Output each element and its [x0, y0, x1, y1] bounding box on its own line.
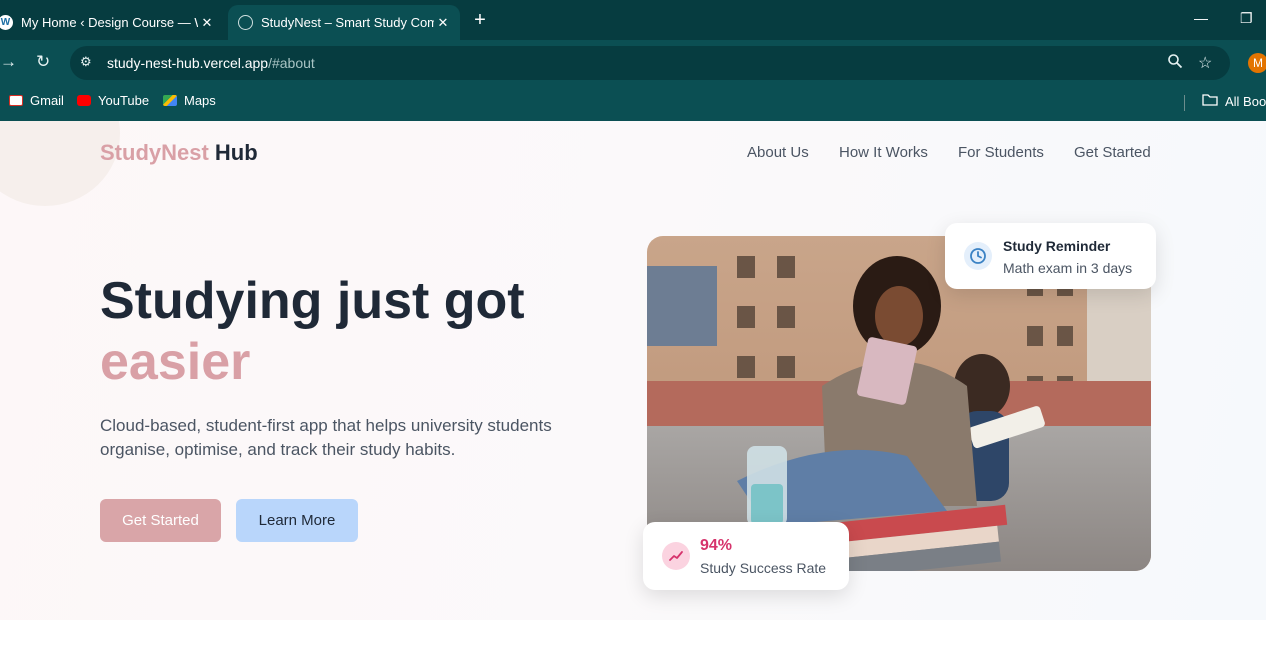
bookmark-label: All Book — [1225, 93, 1266, 109]
reminder-title: Study Reminder — [1003, 238, 1111, 254]
bookmarks-divider — [1184, 95, 1185, 111]
study-reminder-card[interactable]: Study Reminder Math exam in 3 days — [945, 223, 1156, 289]
tab-title: StudyNest – Smart Study Comp — [261, 15, 434, 30]
bookmarks-bar: Gmail YouTube Maps All Book — [0, 86, 1266, 121]
bookmark-label: YouTube — [98, 93, 150, 108]
clock-icon — [964, 242, 992, 270]
tab-close-icon[interactable]: ✕ — [434, 15, 452, 31]
brand-logo[interactable]: StudyNest Hub — [100, 140, 258, 166]
profile-avatar[interactable]: M — [1248, 53, 1266, 73]
nav-how-it-works[interactable]: How It Works — [839, 144, 928, 161]
hero-headline-accent: easier — [100, 333, 251, 391]
hero-headline: Studying just got — [100, 272, 525, 330]
success-rate-value: 94% — [700, 537, 733, 554]
bookmark-gmail[interactable]: Gmail — [9, 93, 64, 108]
trend-icon — [662, 542, 690, 570]
get-started-button[interactable]: Get Started — [100, 499, 221, 542]
url-text[interactable]: study-nest-hub.vercel.app/#about — [107, 55, 315, 71]
hero-subtitle: Cloud-based, student-first app that help… — [100, 416, 552, 459]
nav-get-started[interactable]: Get Started — [1074, 144, 1151, 161]
maps-icon — [163, 95, 177, 106]
browser-toolbar: → ↻ ⚙ study-nest-hub.vercel.app/#about ☆… — [0, 40, 1266, 86]
success-rate-card[interactable]: 94% Study Success Rate — [643, 522, 849, 590]
reload-icon[interactable]: ↻ — [36, 52, 50, 72]
globe-icon — [238, 15, 253, 30]
address-bar[interactable]: ⚙ study-nest-hub.vercel.app/#about ☆ — [70, 46, 1230, 80]
forward-icon[interactable]: → — [0, 52, 17, 72]
star-icon[interactable]: ☆ — [1198, 53, 1212, 73]
gmail-icon — [9, 95, 23, 106]
bookmark-label: Maps — [184, 93, 216, 108]
restore-icon[interactable]: ❐ — [1240, 10, 1253, 27]
tab-design-course[interactable]: W My Home ‹ Design Course — W ✕ — [0, 5, 224, 40]
success-rate-label: Study Success Rate — [700, 560, 827, 576]
browser-tab-bar: W My Home ‹ Design Course — W ✕ StudyNes… — [0, 0, 1266, 40]
nav-for-students[interactable]: For Students — [958, 144, 1044, 161]
bookmark-youtube[interactable]: YouTube — [77, 93, 149, 108]
wordpress-icon: W — [0, 15, 13, 30]
reminder-detail: Math exam in 3 days — [1003, 260, 1133, 276]
tab-close-icon[interactable]: ✕ — [198, 15, 216, 31]
tab-title: My Home ‹ Design Course — W — [21, 15, 198, 30]
site-settings-icon[interactable]: ⚙ — [80, 54, 96, 70]
bookmark-label: Gmail — [30, 93, 64, 108]
tab-studynest[interactable]: StudyNest – Smart Study Comp ✕ — [228, 5, 460, 40]
minimize-icon[interactable]: — — [1194, 10, 1208, 26]
learn-more-button[interactable]: Learn More — [236, 499, 358, 542]
youtube-icon — [77, 95, 91, 106]
web-page: StudyNest Hub About Us How It Works For … — [0, 121, 1266, 648]
zoom-icon[interactable] — [1167, 53, 1183, 74]
new-tab-button[interactable]: + — [470, 9, 490, 32]
bookmark-maps[interactable]: Maps — [163, 93, 216, 108]
hero-section: StudyNest Hub About Us How It Works For … — [0, 121, 1266, 620]
folder-icon — [1202, 93, 1218, 109]
nav-about-us[interactable]: About Us — [747, 144, 809, 161]
all-bookmarks[interactable]: All Book — [1202, 93, 1266, 109]
